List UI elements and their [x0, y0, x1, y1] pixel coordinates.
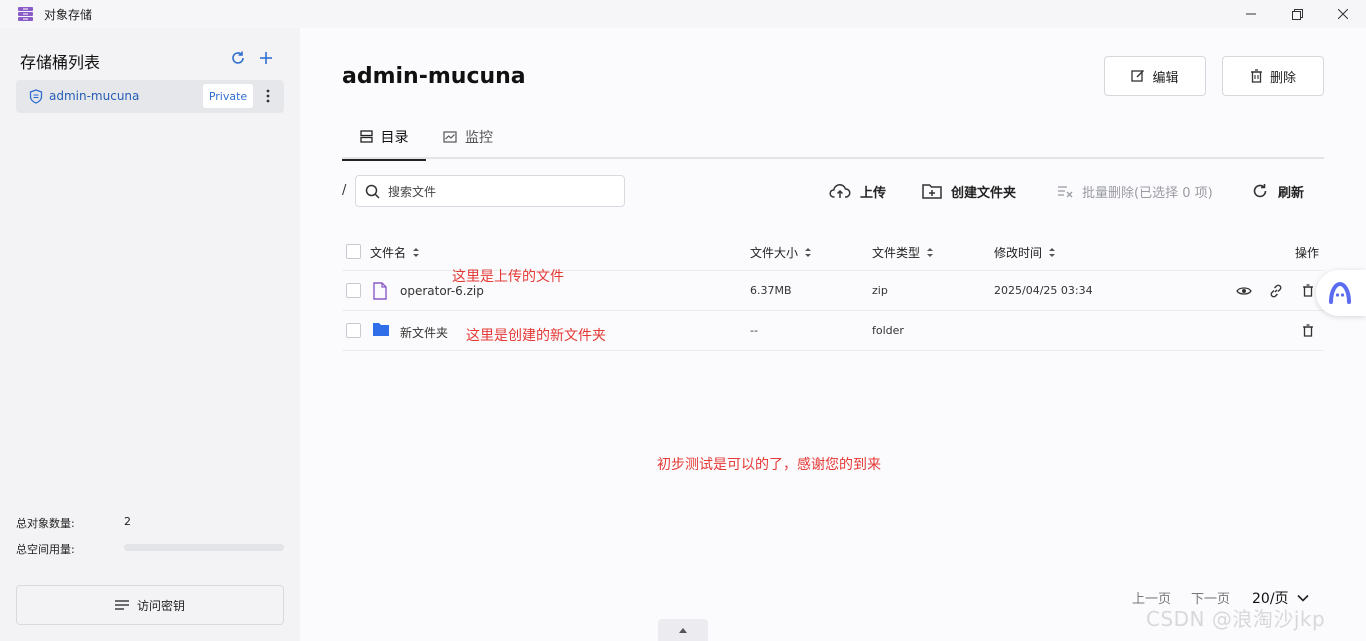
create-folder-button[interactable]: 创建文件夹 [922, 180, 1016, 202]
assistant-float-button[interactable] [1316, 270, 1366, 316]
refresh-icon [1253, 184, 1267, 198]
expand-panel-handle[interactable] [658, 619, 708, 641]
bucket-title: admin-mucuna [342, 64, 526, 89]
file-type: folder [872, 324, 904, 337]
search-box [355, 175, 625, 207]
sidebar: 存储桶列表 admin-mucuna Private 总对象数量: 2 总空间用… [0, 28, 300, 641]
preview-eye-icon[interactable] [1236, 283, 1252, 299]
batch-delete-icon [1058, 186, 1073, 198]
edit-label: 编辑 [1152, 70, 1179, 86]
column-name-label: 文件名 [370, 246, 407, 260]
directory-icon [359, 130, 373, 143]
space-used-label: 总空间用量: [16, 543, 75, 556]
add-bucket-icon[interactable] [257, 49, 275, 67]
file-name[interactable]: 新文件夹 [400, 324, 448, 341]
object-count-value: 2 [124, 515, 131, 528]
file-modified: 2025/04/25 03:34 [994, 284, 1093, 297]
caret-up-icon [679, 627, 687, 633]
file-type: zip [872, 284, 888, 297]
create-folder-label: 创建文件夹 [951, 185, 1017, 201]
cloud-upload-icon [829, 183, 851, 198]
file-name[interactable]: operator-6.zip [400, 284, 484, 298]
annotation-thanks: 初步测试是可以的了，感谢您的到来 [657, 457, 881, 473]
sort-icon [805, 248, 812, 257]
bucket-item[interactable]: admin-mucuna Private [16, 80, 284, 113]
file-size: 6.37MB [750, 284, 792, 297]
row-checkbox[interactable] [346, 283, 361, 298]
access-key-label: 访问密钥 [136, 598, 185, 613]
refresh-buckets-icon[interactable] [229, 49, 247, 67]
restore-icon [1291, 8, 1303, 20]
folder-add-icon [922, 184, 942, 199]
tab-directory-label: 目录 [380, 129, 409, 146]
restore-button[interactable] [1287, 4, 1307, 24]
tab-monitor[interactable]: 监控 [443, 114, 493, 159]
file-size: -- [750, 324, 758, 337]
column-modified-label: 修改时间 [994, 246, 1043, 260]
sort-icon [1049, 248, 1056, 257]
upload-button[interactable]: 上传 [829, 180, 886, 202]
watermark: CSDN @浪淘沙jkp [1146, 607, 1326, 631]
close-icon [1338, 9, 1348, 19]
sort-icon [413, 248, 420, 257]
more-vertical-icon[interactable] [260, 87, 276, 105]
space-usage-bar [124, 544, 284, 551]
bucket-shield-icon [29, 89, 43, 104]
trash-icon [1250, 69, 1262, 83]
column-type-label: 文件类型 [872, 246, 921, 260]
column-type-header[interactable]: 文件类型 [872, 244, 934, 261]
bucket-name: admin-mucuna [49, 89, 140, 103]
column-name-header[interactable]: 文件名 [370, 244, 420, 261]
refresh-label: 刷新 [1278, 185, 1305, 201]
delete-folder-icon[interactable] [1300, 323, 1316, 339]
column-size-header[interactable]: 文件大小 [750, 244, 812, 261]
main-panel: admin-mucuna 编辑 删除 目录 监控 / 搜索文件 上传 创建文件夹… [300, 28, 1366, 641]
breadcrumb[interactable]: / [342, 183, 346, 198]
search-icon [365, 184, 380, 199]
window-title: 对象存储 [44, 8, 93, 22]
chevron-down-icon [1296, 594, 1309, 602]
visibility-badge: Private [203, 84, 253, 108]
delete-file-icon[interactable] [1300, 283, 1316, 299]
search-input[interactable] [388, 182, 618, 202]
column-modified-header[interactable]: 修改时间 [994, 244, 1056, 261]
object-storage-app-icon [18, 7, 33, 21]
bucket-list-title: 存储桶列表 [20, 53, 101, 72]
object-count-label: 总对象数量: [16, 517, 75, 530]
tab-monitor-label: 监控 [465, 129, 493, 146]
edit-button[interactable]: 编辑 [1104, 56, 1206, 96]
copy-link-icon[interactable] [1268, 283, 1284, 299]
column-actions-label: 操作 [1295, 246, 1320, 260]
annotation-uploaded: 这里是上传的文件 [452, 269, 564, 285]
assistant-icon [1329, 282, 1351, 304]
batch-delete-label: 批量删除(已选择 0 项) [1082, 185, 1213, 201]
tab-directory[interactable]: 目录 [342, 114, 426, 161]
delete-label: 删除 [1269, 70, 1296, 86]
delete-bucket-button[interactable]: 删除 [1222, 56, 1324, 96]
monitor-icon [443, 130, 457, 143]
folder-icon [373, 323, 389, 336]
select-all-checkbox[interactable] [346, 244, 361, 259]
edit-icon [1131, 70, 1145, 82]
tab-bar: 目录 监控 [342, 114, 1324, 161]
menu-lines-icon [114, 600, 129, 610]
column-size-label: 文件大小 [750, 246, 799, 260]
minimize-button[interactable] [1241, 4, 1261, 24]
close-window-button[interactable] [1333, 4, 1353, 24]
column-actions-header: 操作 [1295, 244, 1319, 261]
upload-label: 上传 [860, 185, 887, 201]
title-bar: 对象存储 [0, 0, 1366, 28]
sort-icon [927, 248, 934, 257]
batch-delete-button[interactable]: 批量删除(已选择 0 项) [1057, 180, 1213, 202]
annotation-created: 这里是创建的新文件夹 [466, 328, 606, 344]
refresh-button[interactable]: 刷新 [1251, 180, 1304, 202]
access-key-button[interactable]: 访问密钥 [16, 585, 284, 625]
file-zip-icon [373, 282, 387, 300]
minimize-icon [1246, 13, 1256, 15]
row-checkbox[interactable] [346, 323, 361, 338]
